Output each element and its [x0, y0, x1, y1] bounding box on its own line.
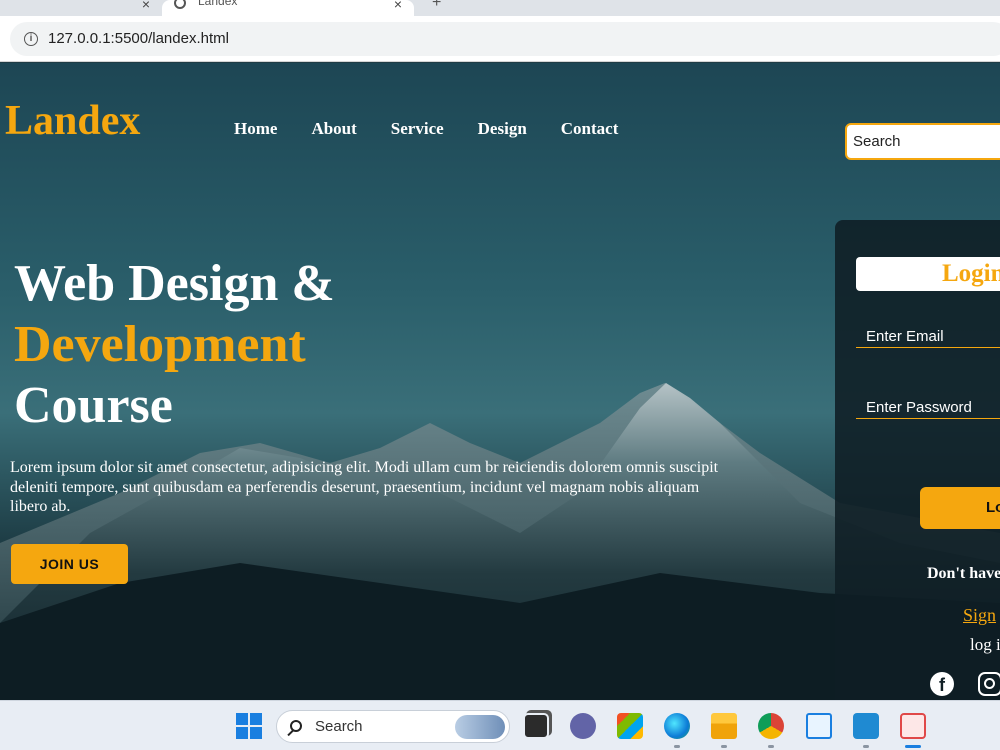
file-explorer-icon[interactable] — [711, 713, 737, 739]
edge-icon[interactable] — [664, 713, 690, 739]
new-tab-icon[interactable]: + — [432, 0, 441, 12]
teams-icon[interactable] — [570, 713, 596, 739]
notepad-icon[interactable] — [806, 713, 832, 739]
url-box[interactable]: i 127.0.0.1:5500/landex.html — [10, 22, 1000, 56]
email-field[interactable]: Enter Email — [856, 328, 1000, 348]
login-title: Login — [856, 257, 1000, 291]
store-icon[interactable] — [617, 713, 643, 739]
task-view-icon[interactable] — [523, 713, 549, 739]
nav-service[interactable]: Service — [391, 119, 444, 139]
info-icon[interactable]: i — [24, 32, 38, 46]
browser-tab-2[interactable]: Landex × — [162, 0, 414, 16]
instagram-icon[interactable] — [978, 672, 1000, 696]
snipping-tool-icon[interactable] — [900, 713, 926, 739]
chrome-icon[interactable] — [758, 713, 784, 739]
hero-section: Landex Home About Service Design Contact… — [0, 63, 1000, 700]
login-panel: Login Enter Email Enter Password Lo Don'… — [835, 220, 1000, 700]
windows-taskbar: Search — [0, 700, 1000, 750]
password-field[interactable]: Enter Password — [856, 399, 1000, 419]
search-input[interactable]: Search — [845, 123, 1000, 160]
taskbar-search[interactable]: Search — [276, 710, 510, 743]
nav-home[interactable]: Home — [234, 119, 277, 139]
tab-title: Landex — [198, 0, 238, 8]
login-button[interactable]: Lo — [920, 487, 1000, 529]
headline-line-3: Course — [14, 377, 173, 434]
search-highlight-icon — [455, 715, 505, 739]
site-logo[interactable]: Landex — [5, 97, 140, 145]
headline-line-2: Development — [14, 316, 306, 373]
close-tab-icon[interactable]: × — [394, 0, 402, 12]
url-text[interactable]: 127.0.0.1:5500/landex.html — [48, 30, 229, 47]
facebook-icon[interactable]: f — [930, 672, 954, 696]
vscode-icon[interactable] — [853, 713, 879, 739]
sign-up-link[interactable]: Sign — [963, 605, 996, 626]
explorer-running-indicator — [721, 745, 727, 748]
search-icon — [290, 720, 302, 732]
log-in-via-text: log i — [970, 635, 1000, 654]
windows-start-icon[interactable] — [236, 713, 262, 739]
taskbar-search-label: Search — [315, 718, 363, 735]
globe-icon — [174, 0, 186, 9]
nav-design[interactable]: Design — [478, 119, 527, 139]
chrome-running-indicator — [768, 745, 774, 748]
no-account-text: Don't have — [927, 565, 1000, 582]
address-bar: i 127.0.0.1:5500/landex.html — [0, 16, 1000, 62]
headline-line-1: Web Design & — [14, 255, 335, 312]
join-us-button[interactable]: JOIN US — [11, 544, 128, 584]
vscode-running-indicator — [863, 745, 869, 748]
hero-headline: Web Design & Development Course — [14, 253, 335, 436]
snipping-tool-active-indicator — [905, 745, 921, 748]
browser-tabstrip: × Landex × + — [0, 0, 1000, 16]
nav-contact[interactable]: Contact — [561, 119, 619, 139]
close-tab-icon[interactable]: × — [142, 0, 150, 12]
hero-description: Lorem ipsum dolor sit amet consectetur, … — [10, 459, 719, 515]
main-nav: Home About Service Design Contact — [234, 119, 618, 139]
nav-about[interactable]: About — [311, 119, 356, 139]
edge-running-indicator — [674, 745, 680, 748]
browser-tab-1[interactable]: × — [0, 0, 160, 16]
